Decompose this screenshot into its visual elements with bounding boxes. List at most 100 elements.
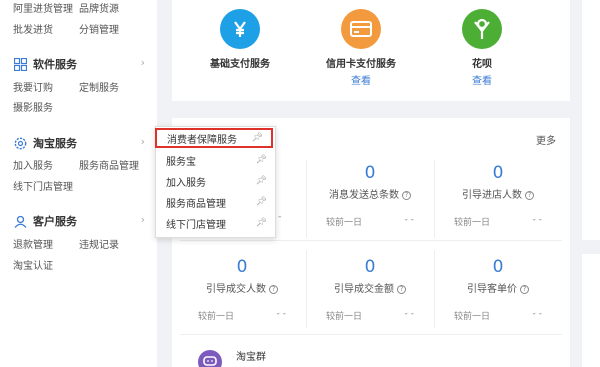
- sidebar-row: 退款管理 违规记录: [13, 236, 119, 251]
- sidebar-section-customer[interactable]: 客户服务: [13, 213, 77, 229]
- stat-compare: 较前一日 - -: [306, 215, 434, 228]
- sidebar-link-alibaba-purchase[interactable]: 阿里进货管理: [13, 0, 79, 15]
- menu-item-label: 线下门店管理: [166, 219, 226, 231]
- chevron-right-icon[interactable]: ›: [141, 56, 145, 69]
- help-icon[interactable]: ?: [269, 284, 278, 294]
- stat-compare-label: 较前一日: [454, 312, 491, 322]
- stat-deal-buyers: 0 引导成交人数? 较前一日 - -: [178, 257, 306, 322]
- stat-compare-value: - -: [532, 309, 542, 319]
- stat-label-text: 引导客单价: [467, 284, 517, 295]
- sidebar-section-software[interactable]: 软件服务: [13, 56, 77, 72]
- help-icon[interactable]: ?: [397, 284, 406, 294]
- service-basic-payment[interactable]: 基础支付服务: [185, 9, 295, 70]
- service-view-link[interactable]: 查看: [306, 72, 416, 87]
- stat-compare-value: - -: [404, 309, 414, 319]
- stat-compare-label: 较前一日: [454, 218, 491, 228]
- menu-item-label: 消费者保障服务: [167, 134, 237, 146]
- stat-value: 0: [364, 257, 376, 277]
- left-sidebar: 阿里进货管理 品牌货源 批发进货 分销管理 软件服务 › 我要订购 定制服务 摄影服务…: [0, 0, 157, 367]
- stat-compare-value: - -: [404, 215, 414, 225]
- sidebar-link-refund[interactable]: 退款管理: [13, 236, 79, 251]
- sidebar-row: 加入服务 服务商品管理: [13, 157, 139, 172]
- sidebar-link-violation[interactable]: 违规记录: [79, 236, 119, 251]
- chat-group-icon: [198, 350, 222, 367]
- huabei-icon: [462, 9, 502, 49]
- chevron-right-icon[interactable]: ›: [141, 135, 145, 148]
- sidebar-row: 淘宝认证: [13, 257, 53, 272]
- sidebar-section-taobao[interactable]: 淘宝服务: [13, 135, 77, 151]
- stat-label-text: 引导成交金额: [334, 284, 394, 295]
- sidebar-row: 批发进货 分销管理: [13, 21, 119, 36]
- right-card: [582, 254, 600, 367]
- stat-label-text: 消息发送总条数: [329, 190, 399, 201]
- sidebar-row: 线下门店管理: [13, 178, 73, 193]
- sidebar-link-join-service[interactable]: 加入服务: [13, 157, 79, 172]
- menu-item-label: 加入服务: [166, 177, 206, 189]
- service-name: 基础支付服务: [210, 59, 270, 70]
- chevron-right-icon[interactable]: ›: [141, 213, 145, 226]
- sidebar-row: 阿里进货管理 品牌货源: [13, 0, 119, 15]
- stat-message-count: 0 消息发送总条数? 较前一日 - -: [306, 163, 434, 228]
- grid-icon: [13, 57, 27, 71]
- gear-icon: [13, 136, 27, 150]
- menu-item-label: 服务宝: [166, 156, 196, 168]
- credit-card-icon: [341, 9, 381, 49]
- pin-icon[interactable]: 📌︎: [256, 155, 267, 165]
- sidebar-link-distribution[interactable]: 分销管理: [79, 21, 119, 36]
- stat-value: 0: [364, 163, 376, 183]
- stat-value: 0: [492, 163, 504, 183]
- sidebar-section-title: 淘宝服务: [33, 137, 77, 150]
- service-name: 信用卡支付服务: [326, 59, 396, 70]
- right-card: [582, 0, 600, 240]
- help-icon[interactable]: ?: [402, 190, 411, 200]
- stat-label-text: 引导成交人数: [206, 284, 266, 295]
- group-name: 淘宝群: [236, 351, 266, 363]
- sidebar-link-brand-source[interactable]: 品牌货源: [79, 0, 119, 15]
- help-icon[interactable]: ?: [520, 284, 529, 294]
- stat-value: 0: [492, 257, 504, 277]
- stat-compare: 较前一日 - -: [434, 309, 562, 322]
- stat-compare-label: 较前一日: [326, 218, 363, 228]
- sidebar-link-wholesale[interactable]: 批发进货: [13, 21, 79, 36]
- taobao-group-entry[interactable]: 淘宝群: [198, 350, 266, 367]
- pin-icon[interactable]: 📌︎: [256, 197, 267, 207]
- sidebar-link-service-goods[interactable]: 服务商品管理: [79, 157, 139, 172]
- stat-label: 引导客单价?: [434, 280, 562, 295]
- sidebar-section-title: 客户服务: [33, 215, 77, 228]
- sidebar-row: 摄影服务: [13, 99, 53, 114]
- stat-avg-order: 0 引导客单价? 较前一日 - -: [434, 257, 562, 322]
- stat-compare-value: - -: [276, 309, 286, 319]
- stat-label: 引导进店人数?: [434, 186, 562, 201]
- stat-label: 引导成交金额?: [306, 280, 434, 295]
- sidebar-link-order[interactable]: 我要订购: [13, 79, 79, 94]
- pin-icon[interactable]: 📌︎: [256, 218, 267, 228]
- menu-item-join-service[interactable]: 加入服务 📌︎: [156, 171, 275, 191]
- divider: [180, 334, 562, 335]
- pin-icon[interactable]: 📌︎: [252, 133, 263, 143]
- stat-compare-value: - -: [532, 215, 542, 225]
- service-huabei[interactable]: 花呗 查看: [427, 9, 537, 87]
- menu-item-label: 服务商品管理: [166, 198, 226, 210]
- sidebar-link-certification[interactable]: 淘宝认证: [13, 257, 53, 272]
- stat-label: 消息发送总条数?: [306, 186, 434, 201]
- stat-compare: 较前一日 - -: [178, 309, 306, 322]
- menu-item-service-treasure[interactable]: 服务宝 📌︎: [156, 150, 275, 170]
- stat-compare-label: 较前一日: [326, 312, 363, 322]
- service-view-link[interactable]: 查看: [427, 72, 537, 87]
- stat-value: 0: [236, 257, 248, 277]
- stat-store-visitors: 0 引导进店人数? 较前一日 - -: [434, 163, 562, 228]
- sidebar-section-title: 软件服务: [33, 58, 77, 71]
- menu-item-offline-store[interactable]: 线下门店管理 📌︎: [156, 213, 275, 233]
- pin-icon[interactable]: 📌︎: [256, 176, 267, 186]
- sidebar-link-custom[interactable]: 定制服务: [79, 79, 119, 94]
- taobao-service-flyout-menu: 消费者保障服务 📌︎ 服务宝 📌︎ 加入服务 📌︎ 服务商品管理 📌︎ 线下门店…: [155, 126, 276, 238]
- sidebar-link-photo[interactable]: 摄影服务: [13, 99, 53, 114]
- service-name: 花呗: [472, 59, 492, 70]
- sidebar-link-offline-store[interactable]: 线下门店管理: [13, 178, 73, 193]
- service-credit-card[interactable]: 信用卡支付服务 查看: [306, 9, 416, 87]
- help-icon[interactable]: ?: [525, 190, 534, 200]
- more-link[interactable]: 更多: [536, 132, 556, 147]
- stat-label: 引导成交人数?: [178, 280, 306, 295]
- menu-item-consumer-protection[interactable]: 消费者保障服务 📌︎: [155, 128, 273, 148]
- menu-item-service-goods[interactable]: 服务商品管理 📌︎: [156, 192, 275, 212]
